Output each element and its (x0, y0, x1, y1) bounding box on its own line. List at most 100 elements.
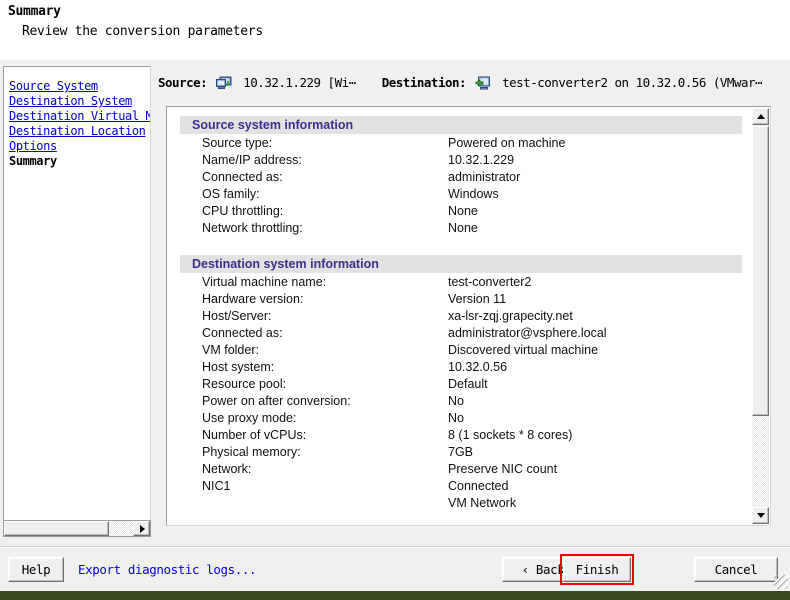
row-value: 7GB (448, 444, 473, 461)
source-label: Source: (158, 75, 207, 90)
row-value: No (448, 410, 464, 427)
converter-wizard-dialog: Summary Review the conversion parameters… (0, 0, 790, 591)
table-row: Source type:Powered on machine (180, 135, 754, 152)
table-row: Network:Preserve NIC count (180, 461, 754, 478)
sidebar-item-source-system[interactable]: Source System (9, 79, 151, 94)
row-value: Windows (448, 186, 499, 203)
row-value: Version 11 (448, 291, 506, 308)
row-label: Network: (180, 461, 448, 478)
table-row: Virtual machine name:test-converter2 (180, 274, 754, 291)
destination-system-rows: Virtual machine name:test-converter2 Har… (180, 274, 754, 524)
row-label: VM folder: (180, 342, 448, 359)
row-value: None (448, 220, 478, 237)
nav-hscrollbar-thumb[interactable] (4, 521, 109, 536)
row-label: Host/Server: (180, 308, 448, 325)
summary-info: Source system information Source type:Po… (168, 108, 754, 524)
row-label: Physical memory: (180, 444, 448, 461)
section-heading-destination-system-information: Destination system information (180, 255, 742, 273)
row-value: administrator (448, 169, 520, 186)
row-label: Power on after conversion: (180, 393, 448, 410)
row-value: 8 (1 sockets * 8 cores) (448, 427, 572, 444)
destination-label: Destination: (382, 75, 466, 90)
export-diagnostic-logs-link[interactable]: Export diagnostic logs... (78, 562, 256, 577)
cancel-button[interactable]: Cancel (694, 557, 778, 582)
wizard-header: Summary Review the conversion parameters (0, 0, 790, 60)
table-row: Physical memory:7GB (180, 444, 754, 461)
row-value: 10.32.1.229 (448, 152, 514, 169)
row-value: Default (448, 376, 488, 393)
page-title: Summary (8, 4, 61, 19)
table-row: Host system:10.32.0.56 (180, 359, 754, 376)
vscrollbar-up-button[interactable] (752, 108, 769, 125)
row-label: Network throttling: (180, 220, 448, 237)
row-label: NIC1 (180, 478, 448, 495)
row-label: Name/IP address: (180, 152, 448, 169)
row-value: Discovered virtual machine (448, 342, 598, 359)
table-row: Hardware version:Version 11 (180, 291, 754, 308)
nav-hscrollbar-right-button[interactable] (133, 521, 150, 536)
row-value: Preserve NIC count (448, 461, 557, 478)
table-row: Power on after conversion:No (180, 393, 754, 410)
vscrollbar-thumb[interactable] (752, 126, 769, 416)
vscrollbar-down-button[interactable] (752, 507, 769, 524)
computer-icon (216, 76, 232, 90)
destination-value: test-converter2 on 10.32.0.56 (VMwar⋯ (502, 75, 762, 90)
source-system-rows: Source type:Powered on machine Name/IP a… (180, 135, 754, 237)
table-row-spacer (180, 512, 754, 524)
sidebar-item-summary[interactable]: Summary (9, 154, 151, 169)
sidebar-item-options[interactable]: Options (9, 139, 151, 154)
row-label: CPU throttling: (180, 203, 448, 220)
table-row: CPU throttling:None (180, 203, 754, 220)
row-value: Powered on machine (448, 135, 565, 152)
sidebar-item-destination-location[interactable]: Destination Location (9, 124, 151, 139)
row-label: Connected as: (180, 169, 448, 186)
source-value: 10.32.1.229 [Wi⋯ (243, 75, 355, 90)
nav-horizontal-scrollbar[interactable] (3, 520, 151, 537)
table-row: NIC1Connected (180, 478, 754, 495)
footer-divider (0, 546, 790, 548)
row-value: test-converter2 (448, 274, 531, 291)
row-label: Connected as: (180, 325, 448, 342)
summary-panel: Source system information Source type:Po… (166, 106, 771, 526)
virtual-machine-icon (475, 76, 491, 90)
sidebar-item-destination-system[interactable]: Destination System (9, 94, 151, 109)
chevron-right-icon (140, 525, 145, 533)
row-label: Use proxy mode: (180, 410, 448, 427)
finish-button[interactable]: Finish (563, 557, 631, 582)
table-row: Name/IP address:10.32.1.229 (180, 152, 754, 169)
table-row: VM folder:Discovered virtual machine (180, 342, 754, 359)
resize-grip[interactable] (774, 575, 788, 589)
desktop-background-strip (0, 591, 790, 600)
sidebar-item-destination-virtual-machine[interactable]: Destination Virtual Machine (9, 109, 151, 124)
help-button[interactable]: Help (8, 557, 64, 582)
wizard-content-area: Source: 10.32.1.229 [Wi⋯ Destination: (158, 66, 786, 537)
row-value: VM Network (448, 495, 516, 512)
row-label: Virtual machine name: (180, 274, 448, 291)
summary-scroll-viewport: Source system information Source type:Po… (168, 108, 754, 524)
table-row: VM Network (180, 495, 754, 512)
section-heading-source-system-information: Source system information (180, 116, 742, 134)
table-row: Host/Server:xa-lsr-zqj.grapecity.net (180, 308, 754, 325)
chevron-up-icon (757, 114, 765, 119)
row-value: administrator@vsphere.local (448, 325, 607, 342)
row-label: Source type: (180, 135, 448, 152)
row-label: Resource pool: (180, 376, 448, 393)
table-row: Connected as:administrator (180, 169, 754, 186)
row-label: OS family: (180, 186, 448, 203)
page-subtitle: Review the conversion parameters (22, 24, 263, 39)
finish-button-highlight: Finish (560, 554, 634, 585)
row-value: None (448, 203, 478, 220)
row-label: Host system: (180, 359, 448, 376)
row-value: Connected (448, 478, 508, 495)
wizard-step-list: Source System Destination System Destina… (9, 79, 151, 169)
row-value: No (448, 393, 464, 410)
row-value: 10.32.0.56 (448, 359, 507, 376)
table-row: OS family:Windows (180, 186, 754, 203)
table-row: Resource pool:Default (180, 376, 754, 393)
table-row: Connected as:administrator@vsphere.local (180, 325, 754, 342)
wizard-step-nav-panel: Source System Destination System Destina… (3, 66, 151, 537)
table-row: Network throttling:None (180, 220, 754, 237)
table-row: Use proxy mode:No (180, 410, 754, 427)
chevron-down-icon (757, 513, 765, 518)
summary-vertical-scrollbar[interactable] (752, 108, 769, 524)
